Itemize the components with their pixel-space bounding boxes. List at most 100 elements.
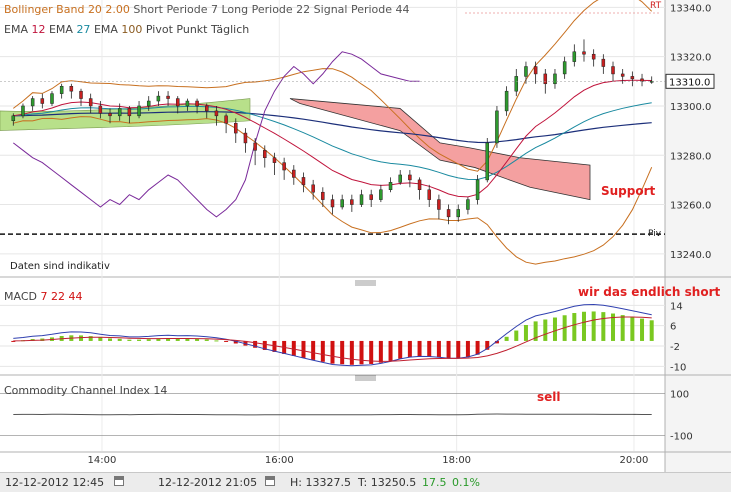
cci-title: Commodity Channel Index 14 [4,384,167,397]
footer-status-bar: 12-12-2012 12:45 12-12-2012 21:05 H: 133… [0,472,731,492]
ema3-label: EMA [94,23,121,36]
macd-histogram-bar [388,340,393,361]
macd-histogram-bar [301,340,306,358]
candle-body [408,174,412,181]
candle-body [562,61,567,75]
macd-histogram-bar [137,339,142,341]
candle-body [553,73,557,85]
macd-histogram-bar [620,315,625,341]
price-tick-label: 13340.0 [670,3,711,14]
pivot-tag: Piv [648,229,662,239]
calendar-icon-end[interactable] [265,476,275,486]
macd-histogram-bar [465,340,470,358]
bb-params: 20 2.00 [88,3,133,16]
macd-histogram-bar [349,340,354,365]
candle-body [117,108,122,117]
disclaimer-text: Daten sind indikativ [10,261,110,272]
macd-histogram-bar [204,339,209,341]
macd-histogram-bar [340,340,345,365]
macd-histogram-bar [311,340,316,360]
candle-body [417,179,422,190]
candle-body [640,78,644,82]
macd-tick-label: -2 [670,342,680,353]
macd-histogram-bar [523,325,528,341]
candle-body [514,76,519,92]
cci-period: 14 [153,384,167,397]
price-header-line1: Bollinger Band 20 2.00 Short Periode 7 L… [4,3,410,16]
candle-body [582,51,586,55]
candle-body [495,110,499,144]
price-header-line2: EMA 12 EMA 27 EMA 100 Pivot Punkt Täglic… [4,23,249,36]
footer-change-abs: 17.5 [422,476,447,489]
macd-annotation: wir das endlich short [578,285,720,299]
cci-tick-label: -100 [670,431,693,442]
cci-annotation: sell [537,390,561,404]
candle-body [98,105,103,114]
candle-body [398,174,402,183]
bb-label: Bollinger Band [4,3,88,16]
candle-body [611,66,615,75]
candle-body [475,179,480,200]
footer-low: T: 13250.5 [358,476,417,489]
candle-body [350,199,354,205]
chart-svg: 13240.0 13260.0 13280.0 13300.0 13320.0 13340… [0,0,731,472]
ema2-label: EMA [49,23,76,36]
candle-body [146,100,151,107]
footer-end-date: 12-12-2012 21:05 [158,476,258,489]
macd-title: MACD 7 22 44 [4,290,82,303]
macd-histogram-bar [543,319,548,341]
macd-histogram-bar [127,339,132,341]
ema3-value: 100 [121,23,146,36]
candle-body [321,191,325,200]
candle-body [572,51,577,62]
macd-histogram-bar [427,340,432,357]
candle-body [263,150,267,158]
candle-body [59,86,64,94]
current-price-label: 13310.0 [669,77,710,88]
candle-body [456,209,460,218]
candle-body [21,105,25,117]
macd-histogram-bar [552,317,557,341]
price-tick-label: 13300.0 [670,102,711,113]
macd-tick-label: 6 [670,322,676,333]
time-tick-label: 14:00 [88,455,117,466]
macd-histogram-bar [320,340,325,362]
macd-histogram-bar [117,338,122,341]
macd-histogram-bar [640,318,645,341]
candle-body [630,76,635,80]
time-tick-label: 16:00 [265,455,294,466]
time-tick-label: 20:00 [620,455,649,466]
candle-body [166,95,170,99]
macd-histogram-bar [398,340,403,359]
price-tick-label: 13280.0 [670,151,711,162]
candle-body [388,182,393,191]
macd-histogram-bar [630,316,635,341]
candle-body [311,184,315,193]
macd-params-label: Short Periode 7 Long Periode 22 Signal P… [133,3,409,16]
macd-histogram-bar [98,337,103,341]
macd-p1: 7 [40,290,51,303]
candle-body [69,86,74,92]
candle-body [30,98,35,107]
candle-body [340,199,344,208]
support-annotation: Support [601,184,656,198]
macd-histogram-bar [146,339,151,341]
candle-body [620,73,625,77]
macd-histogram-bar [591,311,596,341]
candle-body [504,90,509,112]
footer-start-date: 12-12-2012 12:45 [5,476,105,489]
candle-body [379,189,383,200]
macd-title-label: MACD [4,290,40,303]
candle-body [40,98,45,104]
calendar-icon-start[interactable] [114,476,124,486]
candle-body [446,209,451,218]
candle-body [601,58,606,67]
macd-histogram-bar [214,340,219,342]
candle-body [214,110,219,117]
axis-column-background [665,0,731,472]
macd-histogram-bar [224,340,229,342]
candle-body [330,199,335,208]
rt-badge: RT [650,1,662,11]
candle-body [224,115,228,124]
candle-body [427,189,431,200]
